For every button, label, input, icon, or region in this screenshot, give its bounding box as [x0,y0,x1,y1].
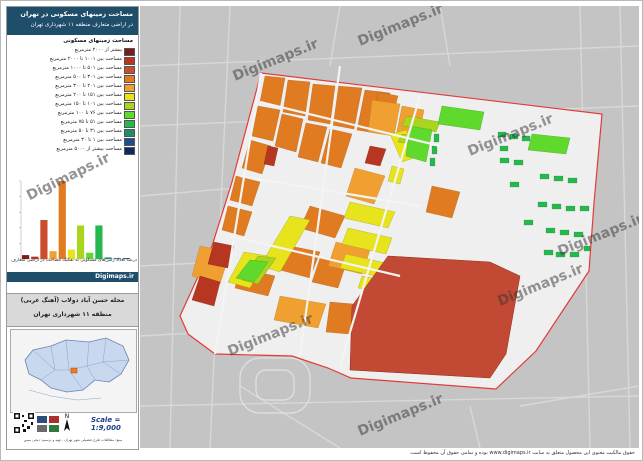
legend-swatch [124,111,135,119]
chart-bar [77,225,85,259]
legend-label: مساحت بین ۲۰۱ تا ۳۰۰ مترمربع [55,83,122,89]
legend-item: مساحت بین ۱۵۱ تا ۲۰۰ مترمربع [13,92,135,101]
large-parcel [349,255,521,379]
legend-title: مساحت زمینهای مسکونی در تهران [20,10,133,18]
legend-label: مساحت بین ۷۶ تا ۱۰۰ مترمربع [57,110,122,116]
legend-label: مساحت بین ۱۰۰۱ تا ۲۰۰۰ مترمربع [49,56,122,62]
tehran-locator-map [10,329,137,413]
legend-item: مساحت بیشتر از ۵۰۰۰ مترمربع [13,146,135,155]
locator-highlight [70,367,78,374]
neighborhood-name: محله حسن آباد دولاب (آهنگ غربی) [20,297,125,304]
legend-label: بیشتر از ۲۰۰۰ مترمربع [74,47,122,53]
area-distribution-chart [19,180,131,260]
legend-swatch [124,120,135,128]
north-arrow-icon: N [64,413,70,431]
legend-swatch [124,57,135,65]
site-banner: Digimaps.ir [7,272,138,282]
legend-label: مساحت بین ۳۰۱ تا ۵۰۰ مترمربع [55,74,122,80]
legend-item: بیشتر از ۲۰۰۰ مترمربع [13,47,135,56]
legend-item: مساحت بین ۵۱ تا ۷۵ مترمربع [13,119,135,128]
legend-label: مساحت بین ۱۵۱ تا ۲۰۰ مترمربع [55,92,122,98]
legend-item: مساحت بین ۱۰۱ تا ۱۵۰ مترمربع [13,101,135,110]
legend-swatch [124,147,135,155]
legend-swatch [124,93,135,101]
legend-item: مساحت بین ۳۱ تا ۵۰ مترمربع [13,128,135,137]
legend-item: مساحت بین ۱ تا ۳۰ مترمربع [13,137,135,146]
legend-label: مساحت بین ۵۱ تا ۷۵ مترمربع [60,119,122,125]
legend-title-box: مساحت زمینهای مسکونی در تهران در اراضی م… [7,7,138,35]
qr-code [13,412,35,434]
map-credit: منبع: مطالعات طرح تفصیلی شهر تهران - تهی… [23,438,123,442]
legend-label: مساحت بین ۱ تا ۳۰ مترمربع [63,137,122,143]
legend-item: مساحت بین ۷۶ تا ۱۰۰ مترمربع [13,110,135,119]
legend-swatch [124,66,135,74]
legend-label: مساحت بین ۱۰۱ تا ۱۵۰ مترمربع [55,101,122,107]
map-scale: Scale = 1:9,000 [91,416,121,432]
chart-caption: درصد تعداد زمین‌های مسکونی به تفکیک مساح… [11,258,137,263]
copyright-text: حقوق مالکیت معنوی این محصول متعلق به سای… [409,450,635,456]
chart-bar [40,220,48,259]
legend-heading: مساحت زمینهای مسکونی [63,38,133,44]
place-title-box: محله حسن آباد دولاب (آهنگ غربی) منطقه ۱۱… [7,293,138,327]
copyright-bar: حقوق مالکیت معنوی این محصول متعلق به سای… [143,449,637,459]
district-name: منطقه ۱۱ شهرداری تهران [33,311,112,318]
legend-swatch [124,102,135,110]
legend-swatch [124,84,135,92]
chart-bar [58,181,66,259]
map-sheet: مساحت زمینهای مسکونی در تهران در اراضی م… [0,0,643,461]
legend-item: مساحت بین ۵۰۱ تا ۱۰۰۰ مترمربع [13,65,135,74]
land-use-map: Digimaps.ir Digimaps.ir Digimaps.ir Digi… [140,6,639,448]
legend-swatch [124,75,135,83]
legend-label: مساحت بین ۵۰۱ تا ۱۰۰۰ مترمربع [52,65,123,71]
legend-swatch [124,129,135,137]
chart-bar [95,225,103,259]
legend-label: مساحت بین ۳۱ تا ۵۰ مترمربع [60,128,122,134]
legend-swatch [124,138,135,146]
legend-item: مساحت بین ۲۰۱ تا ۳۰۰ مترمربع [13,83,135,92]
legend-label: مساحت بیشتر از ۵۰۰۰ مترمربع [56,146,122,152]
legend-swatch [124,48,135,56]
legend-panel: مساحت زمینهای مسکونی در تهران در اراضی م… [6,6,139,450]
publisher-logos [37,416,59,432]
site-banner-text: Digimaps.ir [95,273,134,280]
legend-subtitle: در اراضی متعارف منطقه ۱۱ شهرداری تهران [30,22,133,28]
svg-text:N: N [65,413,70,420]
legend-item: مساحت بین ۱۰۰۱ تا ۲۰۰۰ مترمربع [13,56,135,65]
legend-list: بیشتر از ۲۰۰۰ مترمربع مساحت بین ۱۰۰۱ تا ۲… [13,47,135,155]
legend-item: مساحت بین ۳۰۱ تا ۵۰۰ مترمربع [13,74,135,83]
